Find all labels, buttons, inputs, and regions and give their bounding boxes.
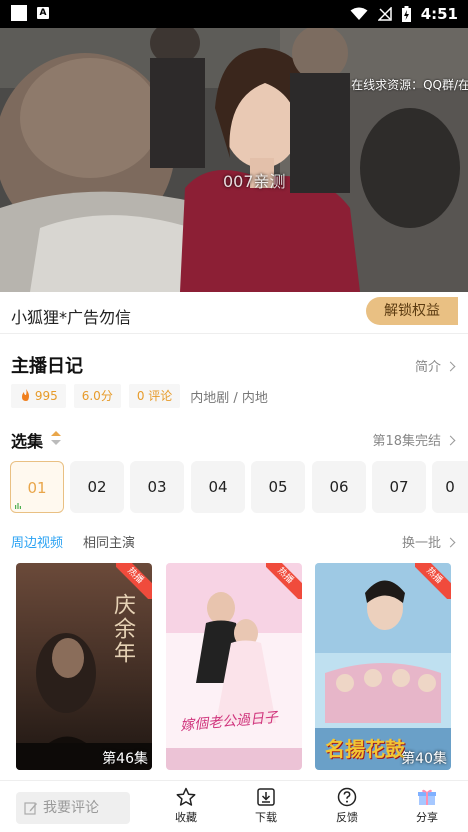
comment-input[interactable]: 我要评论 bbox=[16, 792, 130, 824]
video-overlay-text: 在线求资源：QQ群/在 bbox=[351, 78, 468, 92]
status-bar: A 4:51 bbox=[0, 0, 468, 28]
episodes-heading: 选集 bbox=[11, 432, 44, 451]
chevron-right-icon bbox=[445, 435, 456, 446]
episode-item[interactable]: 07 bbox=[372, 461, 426, 513]
related-card[interactable]: 庆余年 热播 第46集 bbox=[16, 563, 152, 770]
gift-icon bbox=[418, 789, 436, 805]
episode-item[interactable]: 01 bbox=[10, 461, 64, 513]
playing-indicator-icon bbox=[15, 503, 21, 509]
comment-placeholder: 我要评论 bbox=[43, 800, 99, 816]
intro-link[interactable]: 简介 bbox=[414, 356, 456, 375]
show-title: 主播日记 bbox=[11, 356, 83, 377]
notification-square-icon bbox=[11, 5, 27, 21]
share-label: 分享 bbox=[416, 811, 438, 824]
fire-icon bbox=[22, 389, 29, 401]
heat-value: 995 bbox=[34, 389, 58, 403]
promo-title: 小狐狸*广告勿信 bbox=[11, 308, 132, 327]
episode-item[interactable]: 03 bbox=[130, 461, 184, 513]
chevron-right-icon bbox=[445, 361, 456, 372]
genre-region: 内地剧 / 内地 bbox=[190, 390, 268, 406]
episode-item[interactable]: 04 bbox=[191, 461, 245, 513]
video-frame bbox=[0, 28, 468, 292]
promo-bar: 小狐狸*广告勿信 解锁权益 bbox=[0, 296, 468, 334]
score-badge: 6.0分 bbox=[73, 384, 121, 408]
video-player[interactable]: 在线求资源：QQ群/在 007亲测 bbox=[0, 28, 468, 292]
download-label: 下载 bbox=[255, 811, 277, 824]
related-tabs: 周边视频 相同主演 bbox=[11, 532, 135, 551]
heat-badge: 995 bbox=[11, 384, 66, 408]
battery-charging-icon bbox=[401, 6, 411, 22]
share-button[interactable]: 分享 bbox=[397, 787, 457, 825]
feedback-label: 反馈 bbox=[336, 811, 358, 824]
clock: 4:51 bbox=[420, 5, 458, 23]
feedback-button[interactable]: 反馈 bbox=[317, 787, 377, 825]
download-button[interactable]: 下载 bbox=[236, 787, 296, 825]
hot-badge: 热播 bbox=[116, 563, 152, 599]
star-icon bbox=[176, 787, 196, 806]
show-meta: 995 6.0分 0 评论 内地剧 / 内地 bbox=[11, 384, 268, 408]
intro-label: 简介 bbox=[414, 360, 441, 375]
download-icon bbox=[257, 788, 275, 806]
episodes-status: 第18集完结 bbox=[372, 434, 441, 449]
favorite-label: 收藏 bbox=[175, 811, 197, 824]
edit-icon bbox=[24, 802, 37, 815]
related-card[interactable]: 嫁個老公過日子 热播 bbox=[166, 563, 302, 770]
episode-label: 01 bbox=[27, 479, 47, 497]
poster-title: 庆余年 bbox=[110, 593, 135, 665]
comment-count-badge[interactable]: 0 评论 bbox=[128, 384, 181, 408]
video-watermark: 007亲测 bbox=[223, 172, 286, 191]
episode-item[interactable]: 02 bbox=[70, 461, 124, 513]
hot-badge: 热播 bbox=[266, 563, 302, 599]
app-notification-icon: A bbox=[37, 7, 49, 19]
episode-list: 01 02 03 04 05 06 07 0 bbox=[10, 461, 468, 513]
help-icon bbox=[337, 787, 357, 807]
episode-item[interactable]: 06 bbox=[312, 461, 366, 513]
tab-same-cast[interactable]: 相同主演 bbox=[83, 532, 135, 551]
episode-item[interactable]: 05 bbox=[251, 461, 305, 513]
refresh-batch-link[interactable]: 换一批 bbox=[401, 532, 456, 551]
favorite-button[interactable]: 收藏 bbox=[156, 787, 216, 825]
episode-count: 第46集 bbox=[102, 751, 148, 767]
hot-badge: 热播 bbox=[415, 563, 451, 599]
chevron-right-icon bbox=[445, 537, 456, 548]
sort-icon[interactable] bbox=[51, 431, 61, 445]
poster-title: 名揚花鼓 bbox=[325, 737, 405, 761]
bottom-action-bar: 我要评论 收藏 下载 反馈 分享 bbox=[0, 780, 468, 832]
wifi-icon bbox=[350, 7, 368, 20]
related-card[interactable]: 名揚花鼓 热播 第40集 bbox=[315, 563, 451, 770]
refresh-label: 换一批 bbox=[401, 536, 441, 551]
tab-nearby-videos[interactable]: 周边视频 bbox=[11, 532, 63, 551]
unlock-benefits-button[interactable]: 解锁权益 bbox=[366, 297, 458, 325]
signal-off-icon bbox=[377, 7, 392, 21]
episode-item[interactable]: 0 bbox=[432, 461, 468, 513]
episodes-status-link[interactable]: 第18集完结 bbox=[372, 430, 456, 449]
episode-count: 第40集 bbox=[401, 751, 447, 767]
